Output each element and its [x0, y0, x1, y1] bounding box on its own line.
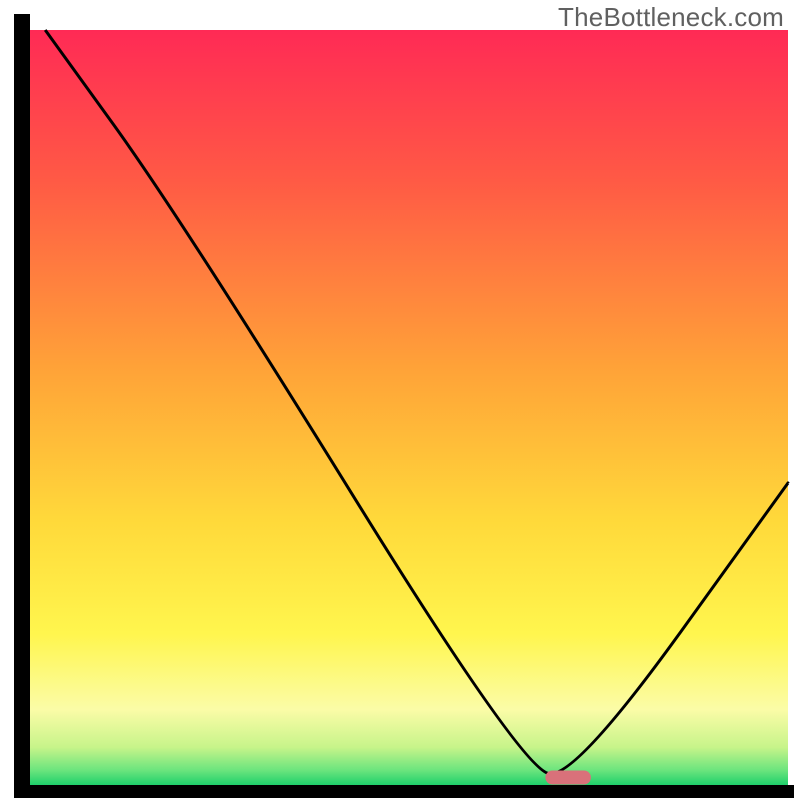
x-axis — [14, 785, 794, 798]
plot-background — [30, 30, 788, 785]
y-axis — [14, 14, 30, 794]
marker-pill — [545, 771, 591, 785]
watermark-text: TheBottleneck.com — [558, 2, 784, 33]
chart-canvas: TheBottleneck.com — [0, 0, 800, 800]
chart-svg — [0, 0, 800, 800]
